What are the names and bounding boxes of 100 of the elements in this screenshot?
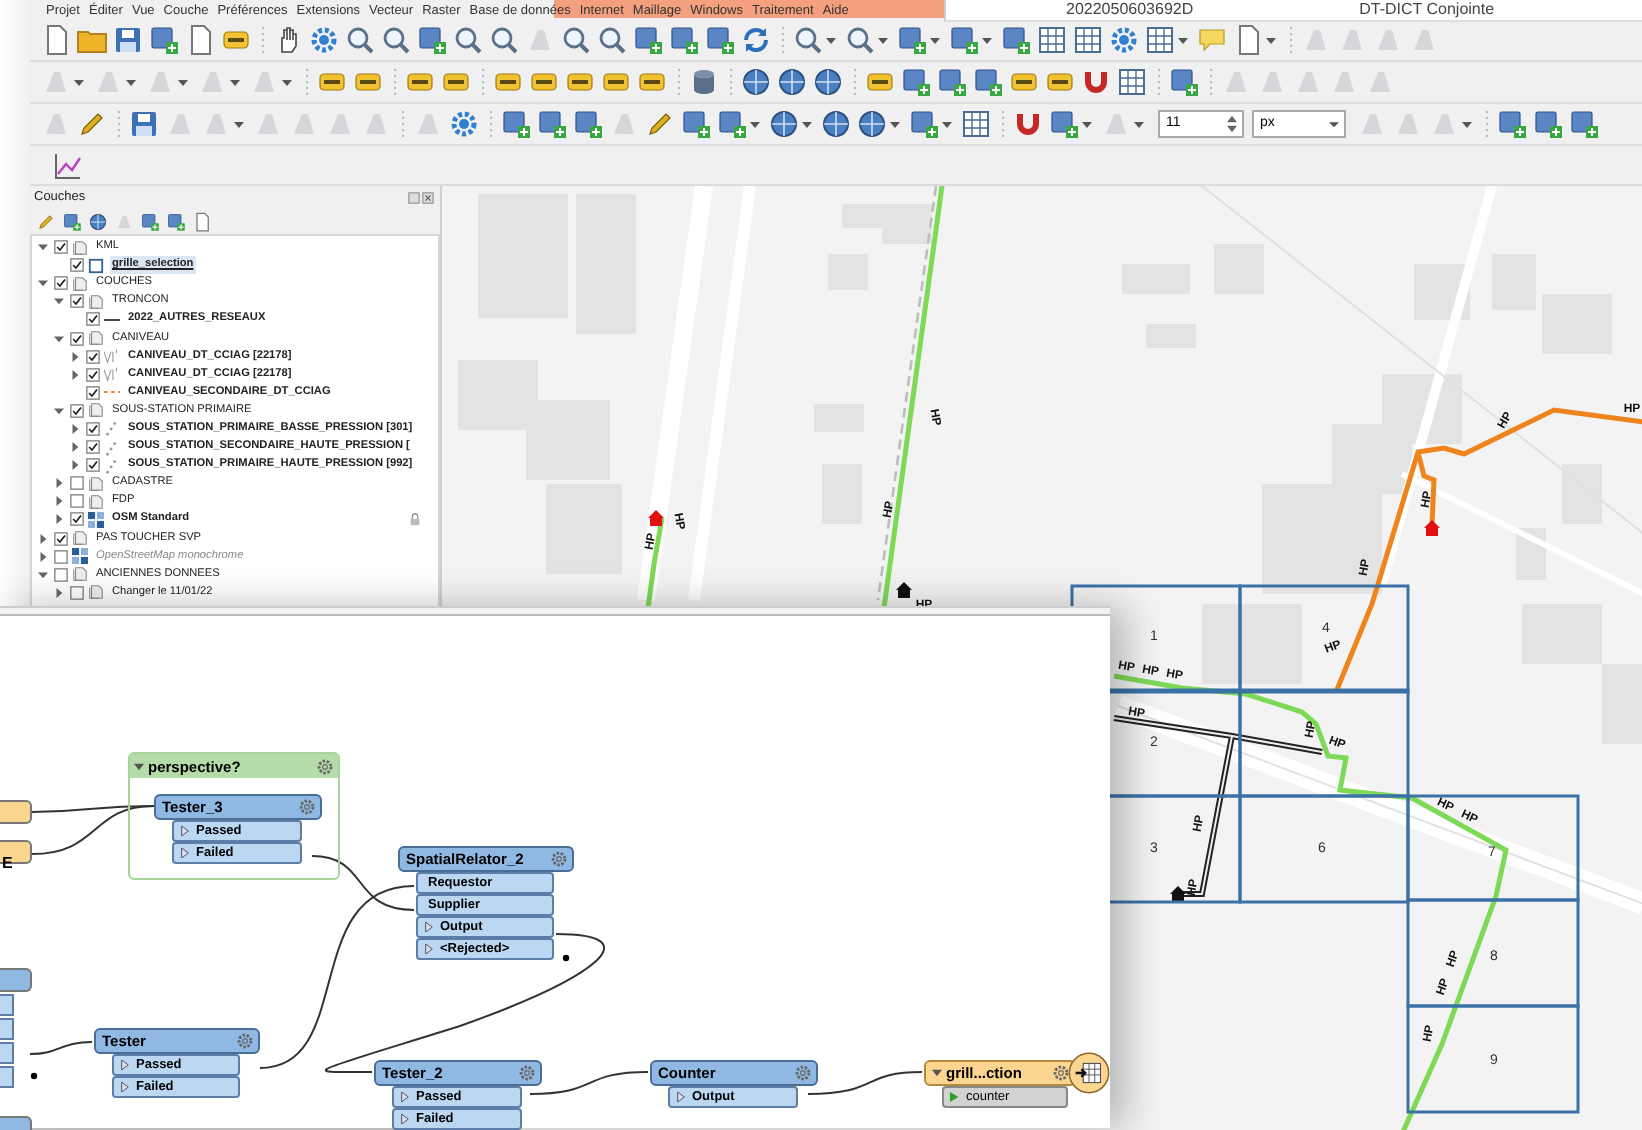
checkbox[interactable]: [70, 294, 84, 309]
add-layer-icon[interactable]: [680, 108, 712, 140]
pencil-icon[interactable]: [644, 108, 676, 140]
magnifier-icon[interactable]: [380, 24, 412, 56]
add-layer-icon[interactable]: [62, 211, 82, 231]
tree-arrow-icon[interactable]: [38, 533, 48, 544]
magnifier-icon[interactable]: [792, 24, 824, 56]
gear-icon[interactable]: [448, 108, 480, 140]
table-output-icon[interactable]: [1068, 1052, 1110, 1094]
tree-arrow-icon[interactable]: [54, 514, 64, 525]
add-layer-icon[interactable]: [1568, 108, 1600, 140]
close-icon[interactable]: [422, 191, 434, 203]
save-icon[interactable]: [112, 24, 144, 56]
tree-arrow-icon[interactable]: [54, 333, 64, 344]
gear-icon[interactable]: [1108, 24, 1140, 56]
database-icon[interactable]: [688, 66, 720, 98]
save-icon[interactable]: [128, 108, 160, 140]
checkbox[interactable]: [86, 458, 100, 473]
checkbox[interactable]: [70, 258, 84, 273]
add-layer-icon[interactable]: [140, 211, 160, 231]
globe-icon[interactable]: [768, 108, 800, 140]
output-port[interactable]: [0, 1018, 14, 1040]
add-layer-icon[interactable]: [972, 66, 1004, 98]
tree-arrow-icon[interactable]: [38, 242, 48, 253]
magnifier-icon[interactable]: [344, 24, 376, 56]
tree-arrow-icon[interactable]: [38, 569, 48, 580]
tree-arrow-icon[interactable]: [54, 405, 64, 416]
tree-arrow-icon[interactable]: [70, 442, 80, 453]
tree-arrow-icon[interactable]: [54, 478, 64, 489]
checkbox[interactable]: [86, 367, 100, 382]
magnet-icon[interactable]: [1012, 108, 1044, 140]
tree-arrow-icon[interactable]: [54, 296, 64, 307]
add-layer-icon[interactable]: [908, 108, 940, 140]
line-chart-icon[interactable]: [52, 149, 84, 181]
add-layer-icon[interactable]: [1168, 66, 1200, 98]
tree-arrow-icon[interactable]: [38, 551, 48, 562]
add-layer-icon[interactable]: [416, 24, 448, 56]
checkbox[interactable]: [86, 312, 100, 327]
tree-arrow-icon[interactable]: [70, 351, 80, 362]
checkbox[interactable]: [86, 421, 100, 436]
magnifier-icon[interactable]: [560, 24, 592, 56]
checkbox[interactable]: [86, 385, 100, 400]
gear-icon[interactable]: [298, 798, 316, 816]
gear-icon[interactable]: [794, 1064, 812, 1082]
table-icon[interactable]: [1116, 66, 1148, 98]
gear-icon[interactable]: [308, 24, 340, 56]
add-layer-icon[interactable]: [668, 24, 700, 56]
checkbox[interactable]: [54, 567, 68, 582]
add-layer-icon[interactable]: [1496, 108, 1528, 140]
globe-icon[interactable]: [820, 108, 852, 140]
checkbox[interactable]: [70, 494, 84, 509]
tree-arrow-icon[interactable]: [70, 460, 80, 471]
transformer-header[interactable]: E: [0, 840, 32, 864]
gear-icon[interactable]: [1052, 1064, 1070, 1082]
output-port[interactable]: [0, 1042, 14, 1064]
checkbox[interactable]: [70, 585, 84, 600]
output-port[interactable]: [0, 1066, 14, 1088]
gear-icon[interactable]: [316, 757, 334, 775]
checkbox[interactable]: [86, 440, 100, 455]
collapse-arrow-icon[interactable]: [932, 1068, 942, 1078]
tree-arrow-icon[interactable]: [70, 369, 80, 380]
add-layer-icon[interactable]: [632, 24, 664, 56]
magnifier-icon[interactable]: [596, 24, 628, 56]
add-layer-icon[interactable]: [500, 108, 532, 140]
add-layer-icon[interactable]: [1000, 24, 1032, 56]
tree-arrow-icon[interactable]: [38, 278, 48, 289]
table-icon[interactable]: [960, 108, 992, 140]
magnifier-icon[interactable]: [488, 24, 520, 56]
add-layer-icon[interactable]: [900, 66, 932, 98]
tree-arrow-icon[interactable]: [54, 496, 64, 507]
checkbox[interactable]: [70, 331, 84, 346]
globe-icon[interactable]: [776, 66, 808, 98]
refresh-icon[interactable]: [740, 24, 772, 56]
add-layer-icon[interactable]: [536, 108, 568, 140]
add-layer-icon[interactable]: [572, 108, 604, 140]
magnet-icon[interactable]: [1080, 66, 1112, 98]
transformer-header[interactable]: [0, 800, 32, 824]
tree-arrow-icon[interactable]: [54, 587, 64, 598]
checkbox[interactable]: [70, 476, 84, 491]
pencil-icon[interactable]: [76, 108, 108, 140]
add-layer-icon[interactable]: [704, 24, 736, 56]
add-layer-icon[interactable]: [1048, 108, 1080, 140]
globe-icon[interactable]: [88, 211, 108, 231]
checkbox[interactable]: [54, 240, 68, 255]
globe-icon[interactable]: [812, 66, 844, 98]
checkbox[interactable]: [86, 349, 100, 364]
transformer-header[interactable]: [0, 968, 32, 992]
magnifier-icon[interactable]: [452, 24, 484, 56]
add-layer-icon[interactable]: [948, 24, 980, 56]
output-port[interactable]: [0, 994, 14, 1016]
gear-icon[interactable]: [518, 1064, 536, 1082]
add-layer-icon[interactable]: [936, 66, 968, 98]
add-layer-icon[interactable]: [1532, 108, 1564, 140]
collapse-arrow-icon[interactable]: [134, 761, 144, 771]
add-layer-icon[interactable]: [166, 211, 186, 231]
magnifier-icon[interactable]: [844, 24, 876, 56]
table-icon[interactable]: [1072, 24, 1104, 56]
table-icon[interactable]: [1036, 24, 1068, 56]
checkbox[interactable]: [70, 403, 84, 418]
checkbox[interactable]: [54, 549, 68, 564]
